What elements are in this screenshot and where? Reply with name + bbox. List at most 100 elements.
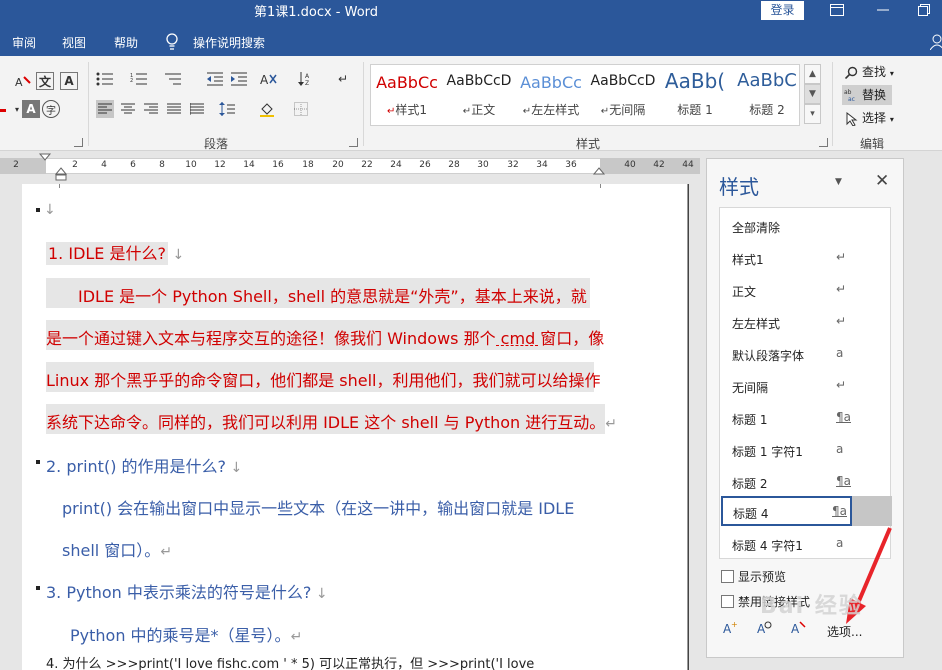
gallery-scroll-down-icon[interactable]: ▼ <box>804 84 821 104</box>
style-item-no-spacing[interactable]: 无间隔 ↵ <box>720 372 892 400</box>
new-style-icon[interactable]: A + <box>719 619 741 641</box>
paragraph-mark-icon: ↵ <box>836 250 847 264</box>
gallery-style-heading2[interactable]: AaBbC 标题 2 <box>731 65 803 125</box>
character-shading-gray-icon[interactable]: A <box>22 100 40 118</box>
character-style-icon: a <box>836 442 844 456</box>
right-indent-marker[interactable] <box>592 166 606 178</box>
enclose-characters-icon[interactable]: 字 <box>42 100 60 118</box>
ruler-tick: 10 <box>185 160 197 170</box>
align-right-icon[interactable] <box>142 100 160 118</box>
decrease-indent-icon[interactable] <box>206 70 224 88</box>
share-icon[interactable] <box>929 34 942 53</box>
replace-icon: abac <box>844 89 855 102</box>
style-item-style1[interactable]: 样式1 ↵ <box>720 244 892 272</box>
gallery-scroll-up-icon[interactable]: ▲ <box>804 64 821 84</box>
doc-paragraph-line[interactable]: shell 窗口）。↵ <box>62 537 172 561</box>
horizontal-ruler[interactable]: 2 2 4 6 8 10 12 14 16 18 20 22 24 26 28 … <box>0 152 706 184</box>
shading-icon[interactable] <box>258 100 276 118</box>
doc-paragraph-line[interactable]: Python 中的乘号是*（星号）。↵ <box>70 622 302 646</box>
ruler-tick: 16 <box>272 160 284 170</box>
show-hide-marks-icon[interactable]: ↵ <box>334 70 352 88</box>
svg-text:A: A <box>791 622 800 636</box>
multilevel-list-icon[interactable] <box>164 70 182 88</box>
chinese-layout-icon[interactable]: A <box>260 70 278 88</box>
style-item-heading1-char[interactable]: 标题 1 字符1 a <box>720 436 892 464</box>
ruler-tick: 42 <box>653 160 665 170</box>
character-shading-icon[interactable]: A <box>60 72 78 90</box>
gallery-style-style1[interactable]: AaBbCc ↵样式1 <box>371 65 443 125</box>
doc-heading-1[interactable]: 1. IDLE 是什么? ↓ <box>46 240 184 265</box>
tab-help[interactable]: 帮助 <box>114 34 138 51</box>
align-center-icon[interactable] <box>119 100 137 118</box>
doc-paragraph-line[interactable]: Linux 那个黑乎乎的命令窗口，他们都是 shell，利用他们，我们就可以给操… <box>46 362 601 392</box>
pane-options-icon[interactable]: ▼ <box>835 177 842 187</box>
style-inspector-icon[interactable]: A <box>753 619 775 641</box>
styles-dialog-launcher[interactable] <box>819 138 828 147</box>
disable-linked-styles-checkbox[interactable] <box>721 595 734 608</box>
close-icon[interactable]: ✕ <box>875 171 889 191</box>
svg-text:ac: ac <box>848 96 855 102</box>
increase-indent-icon[interactable] <box>230 70 248 88</box>
style-item-clear-all[interactable]: 全部清除 <box>720 212 892 240</box>
indent-markers[interactable] <box>38 152 52 182</box>
ruler-tick: 14 <box>243 160 255 170</box>
minimize-icon[interactable] <box>860 0 906 22</box>
doc-paragraph-line[interactable]: print() 会在输出窗口中显示一些文本（在这一讲中，输出窗口就是 IDLE <box>62 495 574 519</box>
login-button[interactable]: 登录 <box>761 1 804 20</box>
style-item-heading1[interactable]: 标题 1 ¶a <box>720 404 892 432</box>
ruler-tick: 6 <box>130 160 136 170</box>
replace-button[interactable]: ab ac 替换 <box>842 85 892 105</box>
borders-icon[interactable] <box>292 100 310 118</box>
manage-styles-icon[interactable]: A <box>787 619 809 641</box>
ribbon-display-options-icon[interactable] <box>814 0 860 22</box>
gallery-expand-icon[interactable]: ▾ <box>804 104 821 124</box>
style-item-normal[interactable]: 正文 ↵ <box>720 276 892 304</box>
tab-review[interactable]: 审阅 <box>12 34 36 51</box>
gallery-style-no-spacing[interactable]: AaBbCcD ↵无间隔 <box>587 65 659 125</box>
ruler-tick: 2 <box>13 160 19 170</box>
justify-icon[interactable] <box>165 100 183 118</box>
title-bar: 第1课1.docx - Word 登录 <box>0 0 942 28</box>
gallery-style-normal[interactable]: AaBbCcD ↵正文 <box>443 65 515 125</box>
show-preview-checkbox[interactable] <box>721 570 734 583</box>
line-spacing-icon[interactable] <box>218 100 236 118</box>
font-dialog-launcher[interactable] <box>74 138 83 147</box>
tell-me-search[interactable]: 操作说明搜索 <box>193 34 265 51</box>
doc-paragraph-line[interactable]: 4. 为什么 >>>print('I love fishc.com ' * 5)… <box>46 653 534 670</box>
ruler-tick: 36 <box>565 160 577 170</box>
restore-icon[interactable] <box>906 0 942 22</box>
svg-text:A: A <box>305 73 310 80</box>
paragraph-dialog-launcher[interactable] <box>349 138 358 147</box>
linked-style-icon: ¶a <box>832 504 847 518</box>
paragraph-group-label: 段落 <box>204 137 229 151</box>
phonetic-guide-icon[interactable]: A <box>14 72 32 90</box>
ruler-tick: 18 <box>302 160 314 170</box>
find-icon <box>845 66 858 79</box>
ruler-tick: 28 <box>448 160 460 170</box>
doc-heading-3[interactable]: 3. Python 中表示乘法的符号是什么? ↓ <box>46 579 328 603</box>
sort-icon[interactable]: AZ <box>296 70 314 88</box>
find-button[interactable]: 查找 ▾ <box>842 62 894 82</box>
style-item-heading2[interactable]: 标题 2 ¶a <box>720 468 892 496</box>
left-indent-marker[interactable] <box>54 166 68 182</box>
doc-heading-2[interactable]: 2. print() 的作用是什么? ↓ <box>46 453 242 477</box>
svg-text:A: A <box>15 76 23 89</box>
gallery-style-zuozuo[interactable]: AaBbCc ↵左左样式 <box>515 65 587 125</box>
gallery-style-heading1[interactable]: AaBb( 标题 1 <box>659 65 731 125</box>
styles-group-label: 样式 <box>576 137 601 151</box>
style-item-default-paragraph-font[interactable]: 默认段落字体 a <box>720 340 892 368</box>
ribbon: A 文 A ▾ A 字 12 A AZ ↵ 段落 AaBbCc ↵样式1 AaB… <box>0 56 942 151</box>
ruler-tick: 24 <box>390 160 402 170</box>
doc-paragraph-line[interactable]: 系统下达命令。同样的，我们可以利用 IDLE 这个 shell 与 Python… <box>46 404 617 434</box>
select-button[interactable]: 选择 ▾ <box>842 108 894 128</box>
doc-paragraph-line[interactable]: IDLE 是一个 Python Shell，shell 的意思就是“外壳”，基本… <box>46 278 590 308</box>
align-left-icon[interactable] <box>96 100 114 118</box>
tab-view[interactable]: 视图 <box>62 34 86 51</box>
numbering-icon[interactable]: 12 <box>130 70 148 88</box>
ruler-tick: 26 <box>419 160 431 170</box>
character-style-icon: a <box>836 346 844 360</box>
character-border-icon[interactable]: 文 <box>36 72 54 90</box>
bullets-icon[interactable] <box>96 70 114 88</box>
distributed-icon[interactable] <box>188 100 206 118</box>
style-item-zuozuo[interactable]: 左左样式 ↵ <box>720 308 892 336</box>
